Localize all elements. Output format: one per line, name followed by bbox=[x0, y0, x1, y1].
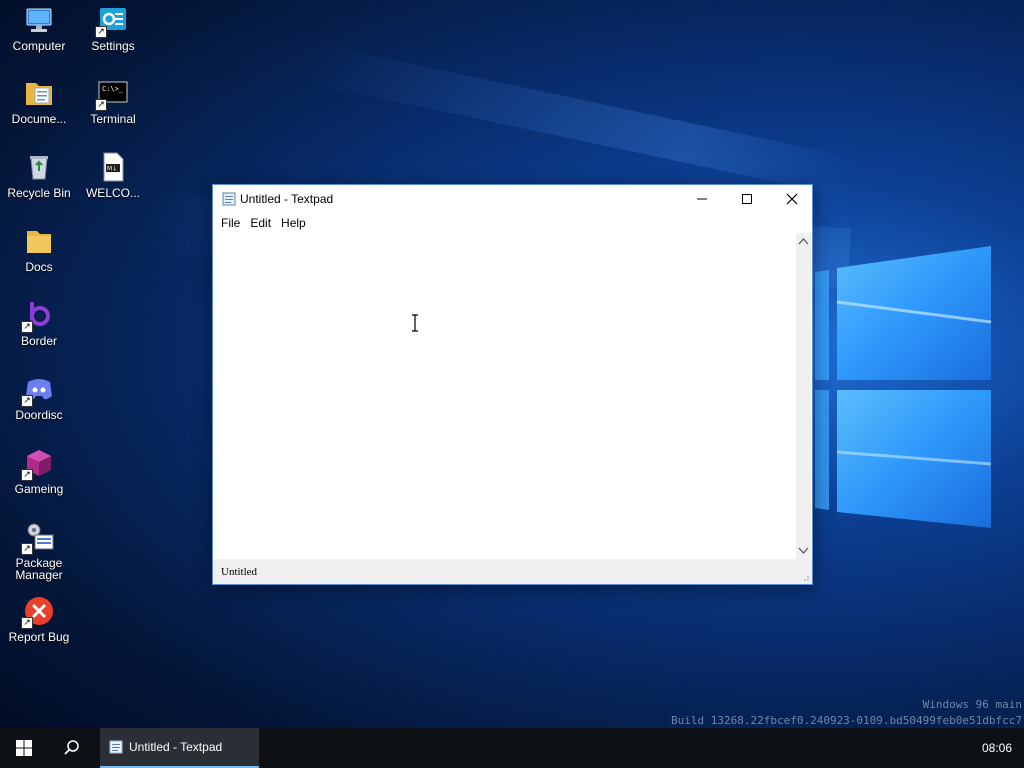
folder-icon bbox=[23, 225, 55, 257]
shortcut-arrow-icon: ↗ bbox=[95, 26, 107, 38]
window-title: Untitled - Textpad bbox=[240, 192, 334, 206]
shortcut-arrow-icon: ↗ bbox=[21, 395, 33, 407]
resize-grip-icon[interactable] bbox=[802, 574, 810, 582]
start-button[interactable] bbox=[0, 728, 48, 768]
taskbar-item-textpad[interactable]: Untitled - Textpad bbox=[100, 728, 259, 768]
watermark-line-1: Windows 96 main bbox=[922, 698, 1022, 711]
desktop-icon-border[interactable]: ↗ Border bbox=[2, 299, 76, 347]
status-bar: Untitled bbox=[213, 559, 812, 584]
taskbar: Untitled - Textpad 08:06 bbox=[0, 728, 1024, 768]
desktop-icon-label: Settings bbox=[91, 39, 135, 53]
menu-help[interactable]: Help bbox=[276, 216, 311, 230]
search-button[interactable] bbox=[48, 728, 96, 768]
desktop-icon-label: Docume... bbox=[11, 112, 67, 126]
desktop-icon-welcome[interactable]: M↓ WELCO... bbox=[76, 151, 150, 199]
close-button[interactable] bbox=[769, 185, 814, 213]
menu-bar: File Edit Help bbox=[213, 213, 812, 233]
shortcut-arrow-icon: ↗ bbox=[95, 99, 107, 111]
desktop-icon-package-manager[interactable]: ↗ Package Manager bbox=[2, 521, 76, 581]
desktop-icon-label: WELCO... bbox=[85, 186, 140, 200]
doordisc-icon: ↗ bbox=[21, 373, 55, 407]
text-editor-area[interactable] bbox=[214, 233, 797, 559]
desktop-icon-label: Docs bbox=[25, 260, 53, 274]
recycle-bin-icon bbox=[23, 151, 55, 183]
taskbar-clock[interactable]: 08:06 bbox=[982, 728, 1012, 768]
report-bug-icon: ↗ bbox=[21, 595, 55, 629]
search-icon bbox=[64, 740, 79, 755]
minimize-button[interactable] bbox=[679, 185, 724, 213]
wallpaper-windows-logo bbox=[815, 246, 992, 528]
vertical-scrollbar[interactable] bbox=[796, 233, 811, 559]
desktop-icon-label: Computer bbox=[12, 39, 66, 53]
desktop-icon-settings[interactable]: ↗ Settings bbox=[76, 4, 150, 52]
window-titlebar[interactable]: Untitled - Textpad bbox=[213, 185, 812, 213]
watermark-line-2: Build 13268.22fbcef0.240923-0109.bd50499… bbox=[671, 714, 1022, 727]
desktop-icon-terminal[interactable]: C:\>_ ↗ Terminal bbox=[76, 77, 150, 125]
desktop-icon-recycle-bin[interactable]: Recycle Bin bbox=[2, 151, 76, 199]
markdown-file-icon: M↓ bbox=[97, 151, 129, 183]
desktop-icon-report-bug[interactable]: ↗ Report Bug bbox=[2, 595, 76, 643]
desktop-icon-computer[interactable]: Computer bbox=[2, 4, 76, 52]
shortcut-arrow-icon: ↗ bbox=[21, 469, 33, 481]
close-icon bbox=[786, 193, 797, 205]
taskbar-item-label: Untitled - Textpad bbox=[129, 740, 223, 754]
desktop-icon-label: Terminal bbox=[90, 112, 136, 126]
desktop-icon-label: Recycle Bin bbox=[7, 186, 71, 200]
desktop-icon-label: Doordisc bbox=[15, 408, 63, 422]
desktop-icon-label: Report Bug bbox=[8, 630, 70, 644]
svg-text:C:\>_: C:\>_ bbox=[102, 85, 124, 93]
svg-text:M↓: M↓ bbox=[107, 166, 117, 173]
computer-icon bbox=[23, 4, 55, 36]
build-watermark: Windows 96 main Build 13268.22fbcef0.240… bbox=[671, 697, 1022, 729]
menu-file[interactable]: File bbox=[216, 216, 245, 230]
windows-start-icon bbox=[16, 740, 32, 756]
terminal-icon: C:\>_ ↗ bbox=[95, 77, 129, 111]
package-manager-icon: ↗ bbox=[21, 521, 55, 555]
desktop-icon-label: Package Manager bbox=[15, 556, 63, 582]
textpad-window[interactable]: Untitled - Textpad File Edit Help Untitl… bbox=[212, 184, 813, 585]
desktop-icon-documents[interactable]: Docume... bbox=[2, 77, 76, 125]
shortcut-arrow-icon: ↗ bbox=[21, 543, 33, 555]
desktop-icon-docs[interactable]: Docs bbox=[2, 225, 76, 273]
documents-folder-icon bbox=[23, 77, 55, 109]
shortcut-arrow-icon: ↗ bbox=[21, 617, 33, 629]
settings-icon: ↗ bbox=[95, 4, 129, 38]
menu-edit[interactable]: Edit bbox=[245, 216, 276, 230]
textpad-app-icon bbox=[109, 740, 123, 754]
desktop-icon-label: Gameing bbox=[14, 482, 64, 496]
status-filename: Untitled bbox=[221, 565, 258, 578]
desktop-icon-label: Border bbox=[20, 334, 58, 348]
maximize-button[interactable] bbox=[724, 185, 769, 213]
scroll-down-icon[interactable] bbox=[798, 547, 809, 555]
scroll-up-icon[interactable] bbox=[798, 237, 809, 245]
text-cursor-icon bbox=[412, 314, 418, 332]
maximize-icon bbox=[741, 194, 752, 204]
wallpaper-ray bbox=[301, 42, 859, 198]
desktop-icon-doordisc[interactable]: ↗ Doordisc bbox=[2, 373, 76, 421]
textpad-app-icon bbox=[222, 192, 236, 206]
minimize-icon bbox=[696, 198, 707, 200]
gameing-cube-icon: ↗ bbox=[21, 447, 55, 481]
border-app-icon: ↗ bbox=[21, 299, 55, 333]
desktop-icon-gameing[interactable]: ↗ Gameing bbox=[2, 447, 76, 495]
shortcut-arrow-icon: ↗ bbox=[21, 321, 33, 333]
